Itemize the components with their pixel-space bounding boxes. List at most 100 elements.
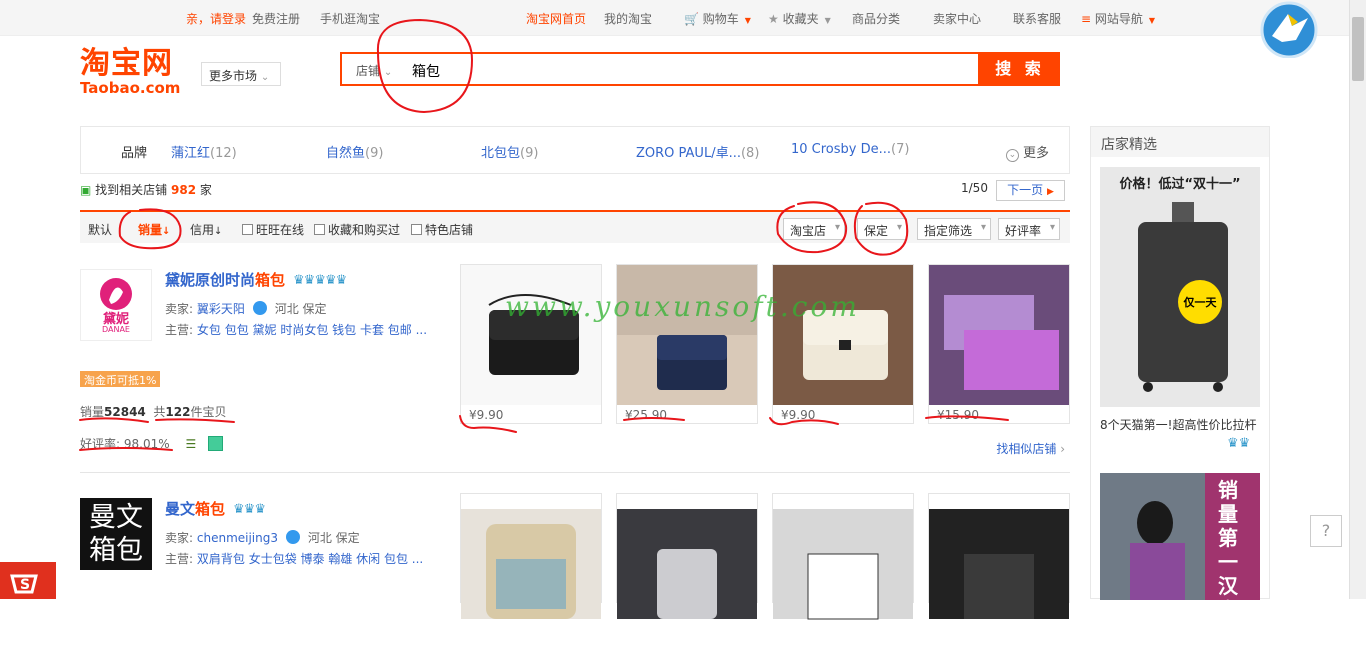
seller-label: 卖家: xyxy=(165,302,194,316)
filter-wangwang[interactable]: 旺旺在线 xyxy=(242,221,304,238)
site-topbar: 亲，请登录 免费注册 手机逛淘宝 淘宝网首页 我的淘宝 🛒 购物车 ▼ ★ 收藏夹… xyxy=(0,0,1349,36)
brand-name: 蒲江红 xyxy=(171,146,211,161)
arrow-down-icon: ↓ xyxy=(214,226,223,237)
brand-count: (9) xyxy=(365,146,384,161)
sidebar-ad[interactable]: 价格！低过“双十一” 仅一天 xyxy=(1100,167,1260,407)
checkbox-icon xyxy=(411,224,422,235)
product-card[interactable] xyxy=(460,493,602,619)
filter-special-label: 特色店铺 xyxy=(425,223,474,237)
search-box[interactable]: 店铺 ⌄ 箱包 xyxy=(340,52,980,86)
brand-item[interactable]: 蒲江红(12) xyxy=(171,142,237,161)
chevron-down-icon: ⌄ xyxy=(383,67,393,78)
sales-value: 52844 xyxy=(104,405,146,419)
register-link[interactable]: 免费注册 xyxy=(252,10,300,27)
rating-dropdown[interactable]: 好评率 xyxy=(998,218,1061,240)
main-categories[interactable]: 双肩背包 女士包袋 博泰 翰雄 休闲 包包 ... xyxy=(197,552,423,566)
logo-en: Taobao.com xyxy=(80,79,181,97)
shop-seller: 卖家: 翼彩天阳 河北 保定 xyxy=(165,300,327,317)
cart-icon: 🛒 xyxy=(684,12,699,26)
taobao-shop-dropdown[interactable]: 淘宝店 xyxy=(783,218,846,240)
seller-link[interactable]: chenmeijing3 xyxy=(197,531,278,545)
divider xyxy=(80,472,1070,473)
brand-item[interactable]: 自然鱼(9) xyxy=(326,142,383,161)
ad-side-text: 销量第一汉客拉 xyxy=(1218,478,1238,646)
seller-label: 卖家: xyxy=(165,531,194,545)
brand-item[interactable]: 10 Crosby De...(7) xyxy=(791,142,909,157)
seller-link[interactable]: 翼彩天阳 xyxy=(197,302,245,316)
product-card[interactable]: ¥9.90 xyxy=(460,264,602,424)
product-card[interactable] xyxy=(772,493,914,620)
location-dropdown[interactable]: 保定 xyxy=(857,218,908,240)
site-nav-link[interactable]: ≡ 网站导航 ▼ xyxy=(1081,10,1155,27)
more-markets-dropdown[interactable]: 更多市场 ⌄ xyxy=(201,62,281,86)
favorites-label: 收藏夹 xyxy=(782,12,819,26)
brand-count: (9) xyxy=(520,146,539,161)
shop-title-text: 曼文 xyxy=(165,500,196,518)
chevron-down-icon: ⌄ xyxy=(260,72,270,83)
filter-dropdown[interactable]: 指定筛选 xyxy=(917,218,992,240)
service-link[interactable]: 联系客服 xyxy=(1013,10,1061,27)
vertical-scrollbar[interactable] xyxy=(1349,0,1366,599)
brand-count: (12) xyxy=(210,146,237,161)
coin-discount-badge: 淘金币可抵1% xyxy=(80,371,161,387)
product-price: ¥9.90 xyxy=(781,408,816,422)
product-price: ¥9.90 xyxy=(469,408,504,422)
product-card[interactable] xyxy=(616,493,758,619)
shop-title[interactable]: 曼文箱包 ♛♛♛ xyxy=(165,498,266,519)
sort-default[interactable]: 默认 xyxy=(88,221,112,238)
shop-logo[interactable]: 曼文箱包 xyxy=(80,498,152,570)
next-page-button[interactable]: 下一页 ▶ xyxy=(996,180,1065,201)
scrollbar-thumb[interactable] xyxy=(1352,17,1364,81)
brand-item[interactable]: ZORO PAUL/卓...(8) xyxy=(636,142,759,161)
sort-sales[interactable]: 销量↓ xyxy=(138,221,170,238)
brand-more-button[interactable]: ⌄ 更多 xyxy=(1005,142,1049,162)
main-label: 主营: xyxy=(165,323,194,337)
taobao-logo[interactable]: 淘宝网 Taobao.com xyxy=(80,48,181,97)
shop-badge-icon[interactable] xyxy=(208,436,224,451)
more-markets-label: 更多市场 xyxy=(209,69,258,83)
product-image xyxy=(773,509,913,620)
sidebar-ad[interactable]: 销量第一汉客拉 xyxy=(1100,473,1260,646)
shop-float-icon[interactable]: S xyxy=(0,562,56,599)
brand-label: 品牌 xyxy=(121,146,148,161)
cart-link[interactable]: 🛒 购物车 ▼ xyxy=(684,10,751,27)
main-categories[interactable]: 女包 包包 黛妮 时尚女包 钱包 卡套 包邮 ... xyxy=(197,323,427,337)
search-input[interactable]: 箱包 xyxy=(412,61,440,81)
checkbox-icon xyxy=(242,224,253,235)
product-card[interactable]: ¥15.90 xyxy=(928,264,1070,424)
filter-fav-bought[interactable]: 收藏和购买过 xyxy=(314,221,400,238)
bird-mascot-icon[interactable] xyxy=(1258,0,1320,59)
login-link[interactable]: 亲，请登录 xyxy=(186,10,246,27)
suitcase-image xyxy=(1138,202,1228,392)
mobile-link[interactable]: 手机逛淘宝 xyxy=(320,10,380,27)
shop-logo[interactable]: 黛妮 DANAE xyxy=(80,269,152,341)
wangwang-icon[interactable] xyxy=(285,530,300,544)
my-taobao-link[interactable]: 我的淘宝 xyxy=(604,10,652,27)
sidebar-ad-caption[interactable]: 8个天猫第一!超高性价比拉杆 xyxy=(1100,416,1256,433)
result-count: ▣ 找到相关店铺 982 家 xyxy=(80,181,212,198)
shop-item: 曼文箱包 曼文箱包 ♛♛♛ 卖家: chenmeijing3 河北 保定 主营: … xyxy=(80,493,1070,620)
wangwang-icon[interactable] xyxy=(252,301,267,315)
help-button[interactable]: ? xyxy=(1310,515,1342,547)
product-card[interactable]: ¥25.90 xyxy=(616,264,758,424)
product-card[interactable]: ¥9.90 xyxy=(772,264,914,424)
favorites-link[interactable]: ★ 收藏夹 ▼ xyxy=(768,10,831,27)
product-image xyxy=(929,509,1069,619)
category-link[interactable]: 商品分类 xyxy=(852,10,900,27)
home-link[interactable]: 淘宝网首页 xyxy=(526,10,586,27)
search-type-select[interactable]: 店铺 ⌄ xyxy=(356,62,392,79)
main-label: 主营: xyxy=(165,552,194,566)
sort-credit[interactable]: 信用↓ xyxy=(190,221,222,238)
find-similar-link[interactable]: 找相似店铺 › xyxy=(996,440,1065,457)
total-suffix: 件宝贝 xyxy=(190,405,227,419)
seller-center-link[interactable]: 卖家中心 xyxy=(933,10,981,27)
product-card[interactable] xyxy=(928,493,1070,619)
result-prefix: 找到相关店铺 xyxy=(95,183,168,197)
search-button[interactable]: 搜 索 xyxy=(980,52,1060,86)
brand-item[interactable]: 北包包(9) xyxy=(481,142,538,161)
list-icon[interactable]: ☰ xyxy=(185,437,196,451)
sort-sales-label: 销量 xyxy=(138,223,163,237)
shop-title[interactable]: 黛妮原创时尚箱包 ♛♛♛♛♛ xyxy=(165,269,347,290)
result-suffix: 家 xyxy=(199,183,212,197)
filter-special[interactable]: 特色店铺 xyxy=(411,221,473,238)
